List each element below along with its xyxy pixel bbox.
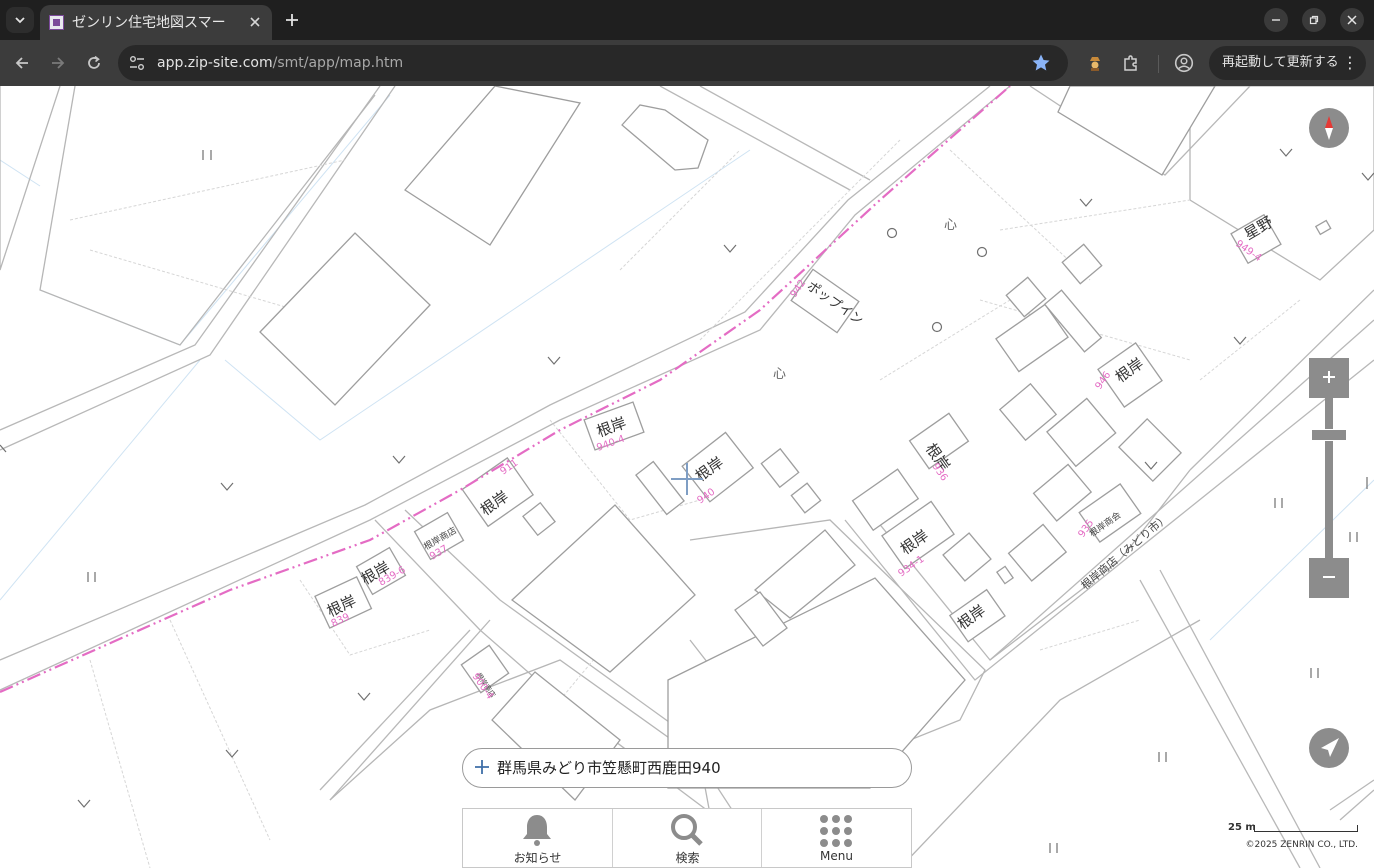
notice-label: お知らせ [513, 851, 562, 865]
puzzle-icon [1124, 55, 1137, 71]
back-button[interactable] [10, 51, 34, 75]
browser-tab[interactable]: ゼンリン住宅地図スマー [40, 5, 272, 40]
chevron-down-icon [15, 17, 25, 24]
tab-close-button[interactable] [245, 12, 265, 32]
map-canvas[interactable]: ⼼⼼ 根岸 根岸 根岸 根岸 根岸 根岸 根岸 根岸 根岸 ポップイン 星野 根… [0, 86, 1374, 868]
close-icon [250, 17, 260, 27]
minimize-icon [1272, 19, 1280, 21]
address-search-bar[interactable]: 群馬県みどり市笠懸町西鹿田940 [462, 748, 912, 788]
reload-icon [88, 55, 100, 69]
copyright-notice: ©2025 ZENRIN CO., LTD. [1245, 840, 1359, 850]
new-tab-button[interactable] [280, 8, 304, 32]
plus-icon [1323, 371, 1335, 383]
zoom-slider-track[interactable] [1325, 398, 1333, 558]
minimize-button[interactable] [1264, 8, 1288, 32]
search-icon [671, 814, 703, 846]
tab-search-button[interactable] [6, 7, 34, 33]
tab-strip: ゼンリン住宅地図スマー [0, 0, 1374, 40]
extension-button[interactable] [1083, 51, 1107, 75]
search-button[interactable]: 検索 [613, 809, 762, 867]
waterway-lines [0, 94, 1374, 641]
tab-title: ゼンリン住宅地図スマー [72, 15, 226, 31]
site-settings-icon[interactable] [127, 53, 147, 73]
notice-button[interactable]: お知らせ [463, 809, 612, 867]
svg-text:⼼: ⼼ [773, 367, 786, 382]
navigation-arrow-icon [1321, 738, 1339, 757]
zoom-slider-handle[interactable] [1311, 429, 1347, 441]
arrow-left-icon [15, 57, 28, 69]
url-text: app.zip-site.com/smt/app/map.htm [157, 45, 403, 81]
zoom-out-button[interactable] [1309, 558, 1349, 598]
relaunch-to-update-button[interactable]: 再起動して更新する ⋮ [1209, 46, 1366, 80]
extension-detective-icon [1090, 57, 1100, 71]
svg-text:⼼: ⼼ [944, 218, 957, 233]
restore-icon [1309, 15, 1319, 25]
url-path: /smt/app/map.htm [272, 55, 404, 71]
zoom-in-button[interactable] [1309, 358, 1349, 398]
bell-icon [523, 815, 551, 846]
minus-icon [1323, 576, 1335, 578]
restore-button[interactable] [1302, 8, 1326, 32]
close-icon [1347, 15, 1357, 25]
profile-button[interactable] [1172, 51, 1196, 75]
address-text: 群馬県みどり市笠懸町西鹿田940 [497, 759, 721, 777]
plus-icon [286, 14, 298, 26]
url-host: app.zip-site.com [157, 55, 273, 71]
forward-button[interactable] [46, 51, 70, 75]
toolbar-divider [1158, 55, 1159, 73]
crosshair-plus-icon [475, 756, 489, 780]
kebab-menu-icon[interactable]: ⋮ [1342, 46, 1358, 80]
search-label: 検索 [675, 851, 700, 865]
scale-bar: 25 m [1228, 822, 1360, 836]
reload-button[interactable] [82, 51, 106, 75]
menu-label: Menu [820, 849, 853, 863]
compass-button[interactable] [1309, 108, 1349, 148]
compass-needle-icon [1325, 116, 1333, 140]
extensions-menu-button[interactable] [1119, 51, 1143, 75]
grid-menu-icon [820, 815, 852, 847]
relaunch-label: 再起動して更新する [1222, 55, 1339, 70]
bookmark-star-icon[interactable] [1030, 52, 1052, 74]
window-close-button[interactable] [1340, 8, 1364, 32]
menu-button[interactable]: Menu [762, 809, 911, 867]
browser-toolbar: app.zip-site.com/smt/app/map.htm 再起動して更新… [0, 40, 1374, 86]
current-location-button[interactable] [1309, 728, 1349, 768]
arrow-right-icon [52, 57, 65, 69]
bottom-navigation: お知らせ 検索 Menu [462, 808, 912, 868]
scale-bar-graphic [1254, 825, 1358, 832]
profile-icon [1174, 53, 1194, 73]
site-favicon-icon [49, 15, 64, 30]
address-bar[interactable]: app.zip-site.com/smt/app/map.htm [118, 45, 1068, 81]
scale-label: 25 m [1228, 822, 1256, 833]
